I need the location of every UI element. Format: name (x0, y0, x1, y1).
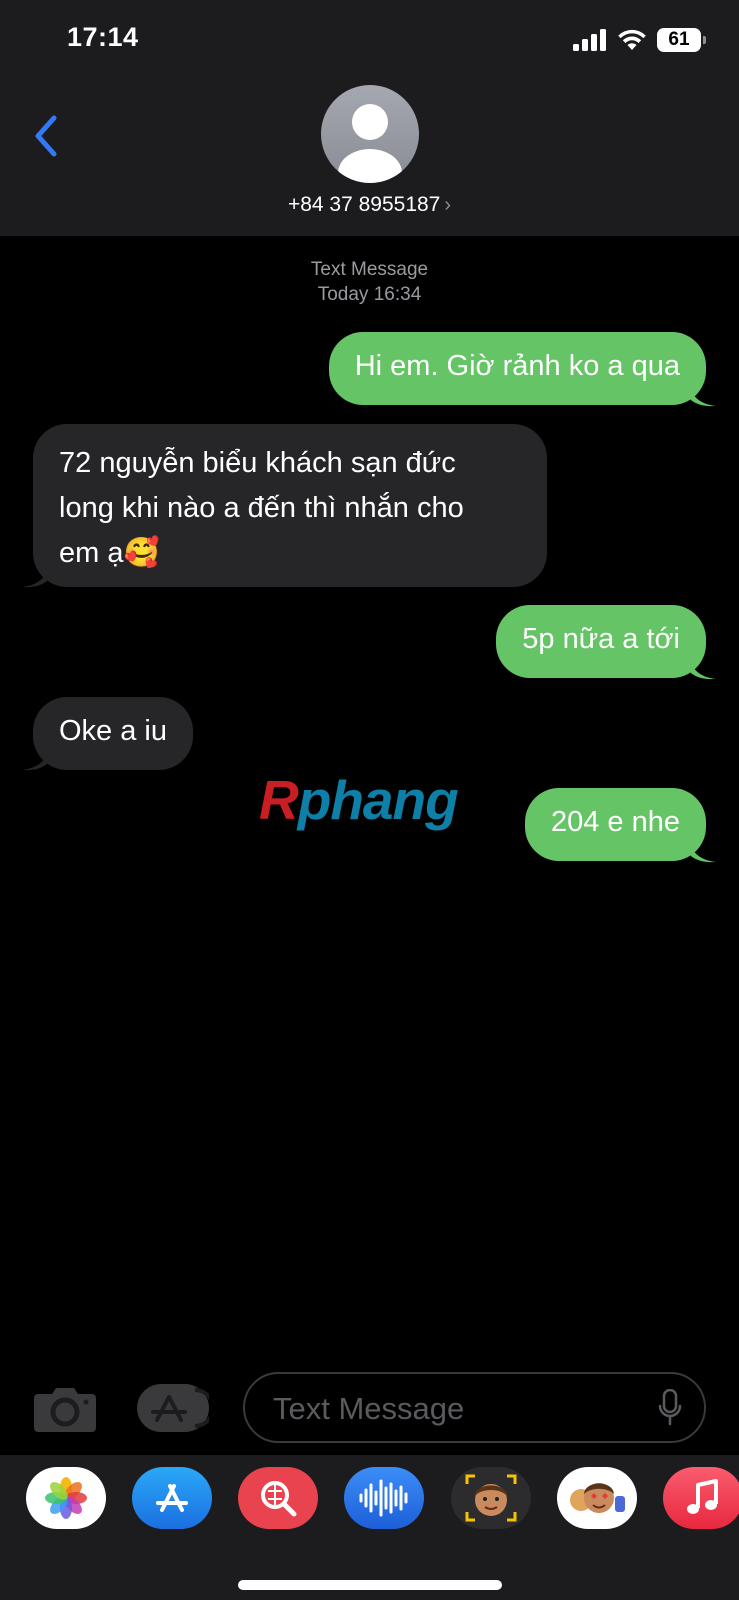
status-time: 17:14 (67, 22, 139, 52)
message-text-line: long khi nào a đến thì nhắn cho (59, 492, 464, 524)
contact-avatar[interactable] (321, 85, 419, 183)
battery-level: 61 (668, 29, 690, 50)
memoji-app-button[interactable] (451, 1467, 531, 1529)
chevron-right-icon: › (444, 194, 452, 216)
images-search-app-button[interactable] (238, 1467, 318, 1529)
images-search-icon (261, 1481, 297, 1517)
back-chevron-icon[interactable] (28, 112, 68, 160)
photos-icon (45, 1477, 87, 1519)
message-bubble-outgoing[interactable]: 204 e nhe (524, 788, 706, 861)
home-indicator[interactable] (238, 1580, 502, 1590)
message-text: Oke a iu (59, 715, 167, 747)
app-store-app-button[interactable] (132, 1467, 212, 1529)
audio-message-app-button[interactable] (344, 1467, 424, 1529)
watermark-logo: Rphang (259, 768, 459, 832)
contact-name-row[interactable]: +84 37 8955187 › (0, 193, 739, 217)
music-icon (687, 1479, 718, 1514)
message-bubble-outgoing[interactable]: Hi em. Giờ rảnh ko a qua (328, 332, 706, 405)
wifi-icon (618, 29, 646, 50)
bubble-tail (690, 841, 716, 863)
contact-phone-number: +84 37 8955187 (287, 193, 441, 216)
bubble-tail (690, 385, 716, 407)
composer-bar (0, 1365, 739, 1455)
message-text-line: em ạ🥰 (59, 537, 160, 569)
photos-app-button[interactable] (26, 1467, 106, 1529)
service-label: Text Message (310, 259, 429, 280)
message-text: 204 e nhe (550, 806, 680, 838)
message-input[interactable] (271, 1386, 635, 1432)
status-icons: 61 (573, 26, 706, 54)
audio-message-icon (359, 1479, 408, 1517)
bubble-tail (690, 658, 716, 680)
message-bubble-incoming[interactable]: 72 nguyễn biểu khách sạn đức long khi nà… (33, 424, 547, 587)
music-app-button[interactable] (663, 1467, 739, 1529)
bubble-tail (22, 566, 48, 588)
thread-timestamp: Today 16:34 (317, 284, 422, 305)
app-store-toggle-button[interactable] (137, 1384, 215, 1432)
cellular-signal-icon (573, 29, 606, 51)
memoji-stickers-app-button[interactable] (557, 1467, 637, 1529)
imessage-app-strip (0, 1455, 739, 1600)
camera-icon[interactable] (34, 1384, 96, 1432)
message-bubble-incoming[interactable]: Oke a iu (33, 697, 193, 770)
message-bubble-outgoing[interactable]: 5p nữa a tới (496, 605, 706, 678)
person-silhouette-icon (338, 104, 402, 183)
microphone-icon[interactable] (658, 1389, 682, 1427)
app-store-icon (156, 1484, 188, 1512)
message-text-line: 72 nguyễn biểu khách sạn đức (59, 447, 456, 479)
battery-icon: 61 (657, 28, 706, 52)
bubble-tail (22, 749, 48, 771)
app-store-icon (151, 1388, 215, 1428)
memoji-icon (465, 1474, 517, 1522)
watermark-rest: phang (297, 769, 459, 831)
conversation-header: 17:14 61 +84 37 8955187 › (0, 0, 739, 236)
memoji-stickers-icon (570, 1483, 625, 1513)
message-text: Hi em. Giờ rảnh ko a qua (354, 350, 680, 382)
message-input-field[interactable] (243, 1372, 706, 1443)
watermark-first-letter: R (259, 769, 299, 831)
message-text: 5p nữa a tới (522, 623, 680, 655)
